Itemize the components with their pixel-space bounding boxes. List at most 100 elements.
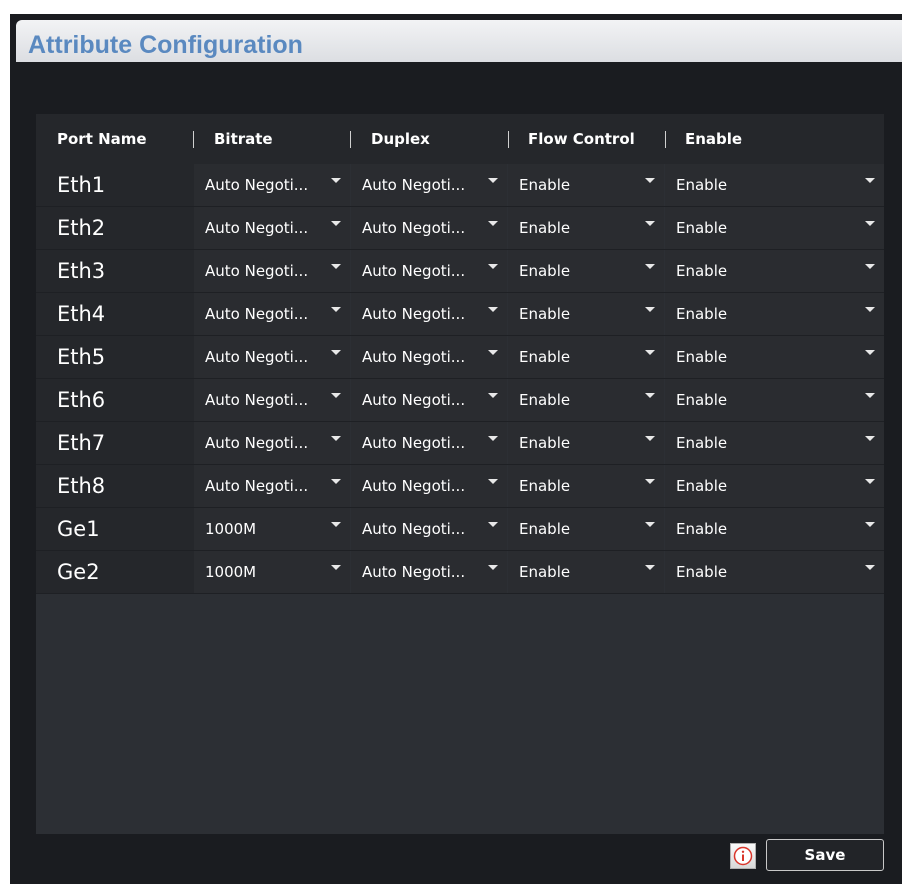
- duplex-select-value: Auto Negoti...: [362, 434, 466, 452]
- chevron-down-icon: [865, 178, 875, 183]
- chevron-down-icon: [488, 307, 498, 312]
- enable-select[interactable]: Enable: [665, 379, 884, 421]
- port-name-cell: Eth5: [36, 336, 194, 378]
- bitrate-select[interactable]: Auto Negoti...: [194, 465, 350, 507]
- duplex-select-value: Auto Negoti...: [362, 563, 466, 581]
- duplex-select-value: Auto Negoti...: [362, 348, 466, 366]
- flow-control-select[interactable]: Enable: [508, 508, 664, 550]
- duplex-select[interactable]: Auto Negoti...: [351, 336, 507, 378]
- enable-select[interactable]: Enable: [665, 508, 884, 550]
- bitrate-select[interactable]: 1000M: [194, 551, 350, 593]
- flow-control-select[interactable]: Enable: [508, 164, 664, 206]
- flow-control-select-value: Enable: [519, 348, 571, 366]
- chevron-down-icon: [331, 178, 341, 183]
- enable-select[interactable]: Enable: [665, 465, 884, 507]
- duplex-select-value: Auto Negoti...: [362, 305, 466, 323]
- column-header-bitrate: Bitrate: [214, 130, 273, 148]
- duplex-select[interactable]: Auto Negoti...: [351, 422, 507, 464]
- duplex-select-value: Auto Negoti...: [362, 520, 466, 538]
- bitrate-select[interactable]: Auto Negoti...: [194, 250, 350, 292]
- flow-control-select[interactable]: Enable: [508, 336, 664, 378]
- port-name-cell: Ge2: [36, 551, 194, 593]
- port-name-cell: Eth6: [36, 379, 194, 421]
- bitrate-select[interactable]: Auto Negoti...: [194, 379, 350, 421]
- enable-select[interactable]: Enable: [665, 551, 884, 593]
- bitrate-select-value: 1000M: [205, 520, 257, 538]
- enable-select[interactable]: Enable: [665, 207, 884, 249]
- enable-select-value: Enable: [676, 434, 728, 452]
- bitrate-select[interactable]: Auto Negoti...: [194, 422, 350, 464]
- flow-control-select[interactable]: Enable: [508, 422, 664, 464]
- port-name-cell: Eth1: [36, 164, 194, 206]
- chevron-down-icon: [645, 393, 655, 398]
- chevron-down-icon: [645, 479, 655, 484]
- flow-control-select-value: Enable: [519, 520, 571, 538]
- enable-select-value: Enable: [676, 563, 728, 581]
- duplex-select[interactable]: Auto Negoti...: [351, 465, 507, 507]
- row-divider: [36, 593, 884, 594]
- chevron-down-icon: [645, 522, 655, 527]
- chevron-down-icon: [645, 350, 655, 355]
- enable-select[interactable]: Enable: [665, 250, 884, 292]
- save-button[interactable]: Save: [766, 839, 884, 871]
- chevron-down-icon: [331, 307, 341, 312]
- flow-control-select-value: Enable: [519, 176, 571, 194]
- column-header-duplex: Duplex: [371, 130, 430, 148]
- duplex-select[interactable]: Auto Negoti...: [351, 293, 507, 335]
- duplex-select[interactable]: Auto Negoti...: [351, 250, 507, 292]
- bitrate-select[interactable]: Auto Negoti...: [194, 293, 350, 335]
- enable-select[interactable]: Enable: [665, 293, 884, 335]
- port-name-cell: Eth8: [36, 465, 194, 507]
- flow-control-select[interactable]: Enable: [508, 207, 664, 249]
- bitrate-select[interactable]: Auto Negoti...: [194, 336, 350, 378]
- duplex-select[interactable]: Auto Negoti...: [351, 551, 507, 593]
- table-row: Eth5 Auto Negoti... Auto Negoti... Enable En…: [36, 336, 884, 378]
- table-row: Eth2 Auto Negoti... Auto Negoti... Enable En…: [36, 207, 884, 249]
- enable-select-value: Enable: [676, 219, 728, 237]
- duplex-select[interactable]: Auto Negoti...: [351, 379, 507, 421]
- flow-control-select-value: Enable: [519, 477, 571, 495]
- chevron-down-icon: [865, 350, 875, 355]
- info-button[interactable]: [730, 843, 756, 869]
- enable-select[interactable]: Enable: [665, 422, 884, 464]
- duplex-select-value: Auto Negoti...: [362, 477, 466, 495]
- duplex-select[interactable]: Auto Negoti...: [351, 164, 507, 206]
- chevron-down-icon: [865, 436, 875, 441]
- flow-control-select[interactable]: Enable: [508, 465, 664, 507]
- duplex-select[interactable]: Auto Negoti...: [351, 508, 507, 550]
- bitrate-select[interactable]: 1000M: [194, 508, 350, 550]
- column-separator: [665, 131, 666, 148]
- bitrate-select[interactable]: Auto Negoti...: [194, 207, 350, 249]
- enable-select-value: Enable: [676, 520, 728, 538]
- bitrate-select[interactable]: Auto Negoti...: [194, 164, 350, 206]
- chevron-down-icon: [645, 565, 655, 570]
- enable-select-value: Enable: [676, 391, 728, 409]
- duplex-select-value: Auto Negoti...: [362, 391, 466, 409]
- bitrate-select-value: Auto Negoti...: [205, 348, 309, 366]
- flow-control-select[interactable]: Enable: [508, 379, 664, 421]
- flow-control-select[interactable]: Enable: [508, 250, 664, 292]
- enable-select[interactable]: Enable: [665, 336, 884, 378]
- bitrate-select-value: Auto Negoti...: [205, 262, 309, 280]
- chevron-down-icon: [488, 178, 498, 183]
- chevron-down-icon: [331, 350, 341, 355]
- port-name-cell: Eth7: [36, 422, 194, 464]
- chevron-down-icon: [645, 178, 655, 183]
- duplex-select[interactable]: Auto Negoti...: [351, 207, 507, 249]
- enable-select[interactable]: Enable: [665, 164, 884, 206]
- table-row: Eth1 Auto Negoti... Auto Negoti... Enable En…: [36, 164, 884, 206]
- title-bar: Attribute Configuration: [16, 20, 902, 62]
- flow-control-select[interactable]: Enable: [508, 551, 664, 593]
- bitrate-select-value: 1000M: [205, 563, 257, 581]
- chevron-down-icon: [331, 264, 341, 269]
- bitrate-select-value: Auto Negoti...: [205, 176, 309, 194]
- flow-control-select[interactable]: Enable: [508, 293, 664, 335]
- duplex-select-value: Auto Negoti...: [362, 219, 466, 237]
- info-icon: [733, 846, 753, 866]
- chevron-down-icon: [488, 221, 498, 226]
- column-separator: [508, 131, 509, 148]
- enable-select-value: Enable: [676, 262, 728, 280]
- chevron-down-icon: [331, 221, 341, 226]
- attribute-configuration-window: Attribute Configuration Port Name Bitrat…: [10, 14, 902, 884]
- chevron-down-icon: [865, 565, 875, 570]
